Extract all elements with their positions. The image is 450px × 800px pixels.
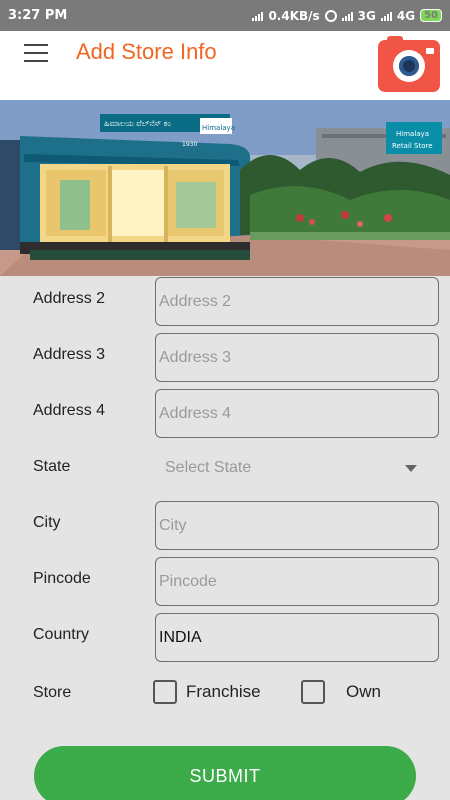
country-label: Country bbox=[33, 626, 90, 643]
address3-row: Address 3 bbox=[0, 332, 450, 382]
own-checkbox[interactable] bbox=[301, 680, 325, 704]
country-row: Country bbox=[0, 612, 450, 662]
city-field[interactable] bbox=[155, 501, 439, 550]
sign-left-text: Himalaya bbox=[202, 124, 235, 132]
pincode-field[interactable] bbox=[155, 557, 439, 606]
state-label: State bbox=[33, 458, 71, 475]
submit-button[interactable]: SUBMIT bbox=[34, 746, 416, 800]
sign-right-sub-text: Retail Store bbox=[392, 142, 433, 150]
app-bar: Add Store Info bbox=[0, 31, 450, 100]
signal-bars-icon bbox=[341, 10, 353, 21]
city-label: City bbox=[33, 514, 61, 531]
address2-field[interactable] bbox=[155, 277, 439, 326]
network-4g: 4G bbox=[396, 8, 416, 23]
state-dropdown[interactable]: Select State bbox=[155, 445, 439, 494]
sign-right-text: Himalaya bbox=[396, 130, 429, 138]
address3-field[interactable] bbox=[155, 333, 439, 382]
franchise-label[interactable]: Franchise bbox=[186, 682, 261, 702]
signal-bars-icon bbox=[380, 10, 392, 21]
sign-script-text: ಹಿಮಾಲಯ ವೆಲ್‌ನೆಸ್ ಕಂ bbox=[104, 119, 171, 128]
own-label[interactable]: Own bbox=[346, 682, 381, 702]
store-label: Store bbox=[33, 684, 72, 701]
alarm-icon bbox=[324, 9, 337, 22]
sign-year-text: 1930 bbox=[182, 141, 197, 148]
state-dropdown-value: Select State bbox=[165, 459, 252, 476]
dropdown-arrow-icon bbox=[405, 465, 417, 472]
network-speed: 0.4KB/s bbox=[268, 8, 320, 23]
pincode-row: Pincode bbox=[0, 556, 450, 606]
country-field[interactable] bbox=[155, 613, 439, 662]
camera-icon[interactable] bbox=[378, 36, 440, 92]
state-row: State Select State bbox=[0, 444, 450, 494]
network-3g: 3G bbox=[357, 8, 376, 23]
city-row: City bbox=[0, 500, 450, 550]
address4-field[interactable] bbox=[155, 389, 439, 438]
store-photo: ಹಿಮಾಲಯ ವೆಲ್‌ನೆಸ್ ಕಂ Himalaya 1930 Himala… bbox=[0, 100, 450, 276]
address3-label: Address 3 bbox=[33, 346, 106, 363]
address2-label: Address 2 bbox=[33, 290, 106, 307]
franchise-checkbox[interactable] bbox=[153, 680, 177, 704]
store-row: Store Franchise Own bbox=[0, 668, 450, 718]
pincode-label: Pincode bbox=[33, 570, 91, 587]
page-title: Add Store Info bbox=[76, 39, 217, 64]
battery-icon: 50 bbox=[420, 9, 442, 22]
signal-bars-icon bbox=[252, 10, 264, 21]
address4-label: Address 4 bbox=[33, 402, 106, 419]
store-banner-image: ಹಿಮಾಲಯ ವೆಲ್‌ನೆಸ್ ಕಂ Himalaya 1930 Himala… bbox=[0, 100, 450, 276]
status-icons: 0.4KB/s 3G 4G 50 bbox=[252, 9, 442, 23]
status-bar: 3:27 PM 0.4KB/s 3G 4G 50 bbox=[0, 0, 450, 31]
address2-row: Address 2 bbox=[0, 276, 450, 326]
address4-row: Address 4 bbox=[0, 388, 450, 438]
hamburger-menu-icon[interactable] bbox=[24, 44, 48, 62]
status-time: 3:27 PM bbox=[8, 8, 68, 23]
